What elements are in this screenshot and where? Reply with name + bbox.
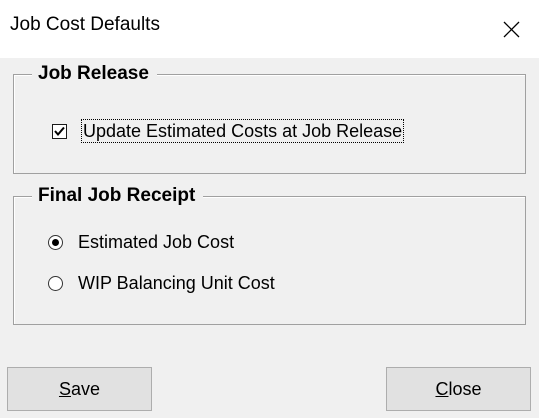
estimated-job-cost-label[interactable]: Estimated Job Cost <box>78 231 234 253</box>
job-release-legend: Job Release <box>32 63 157 85</box>
estimated-job-cost-radio[interactable] <box>48 234 63 250</box>
wip-balancing-unit-cost-option[interactable]: WIP Balancing Unit Cost <box>48 271 275 295</box>
window-close-button[interactable] <box>483 0 539 58</box>
wip-balancing-unit-cost-radio[interactable] <box>48 275 63 291</box>
save-button-label: Save <box>58 378 101 399</box>
job-cost-defaults-dialog: Job Cost Defaults Job Release Update Est… <box>0 0 539 418</box>
window-title: Job Cost Defaults <box>10 14 160 35</box>
final-job-receipt-group: Final Job Receipt <box>13 185 526 325</box>
close-button[interactable]: Close <box>386 367 531 411</box>
wip-balancing-unit-cost-label[interactable]: WIP Balancing Unit Cost <box>78 272 275 294</box>
update-estimated-costs-checkbox[interactable] <box>52 123 67 139</box>
update-estimated-costs-label[interactable]: Update Estimated Costs at Job Release <box>80 119 405 143</box>
title-bar: Job Cost Defaults <box>0 0 539 58</box>
close-button-label: Close <box>435 378 482 399</box>
final-job-receipt-legend: Final Job Receipt <box>32 185 204 207</box>
save-button[interactable]: Save <box>7 367 152 411</box>
close-icon <box>503 21 520 38</box>
estimated-job-cost-option[interactable]: Estimated Job Cost <box>48 230 234 254</box>
update-estimated-costs-checkbox-row[interactable]: Update Estimated Costs at Job Release <box>52 119 405 143</box>
